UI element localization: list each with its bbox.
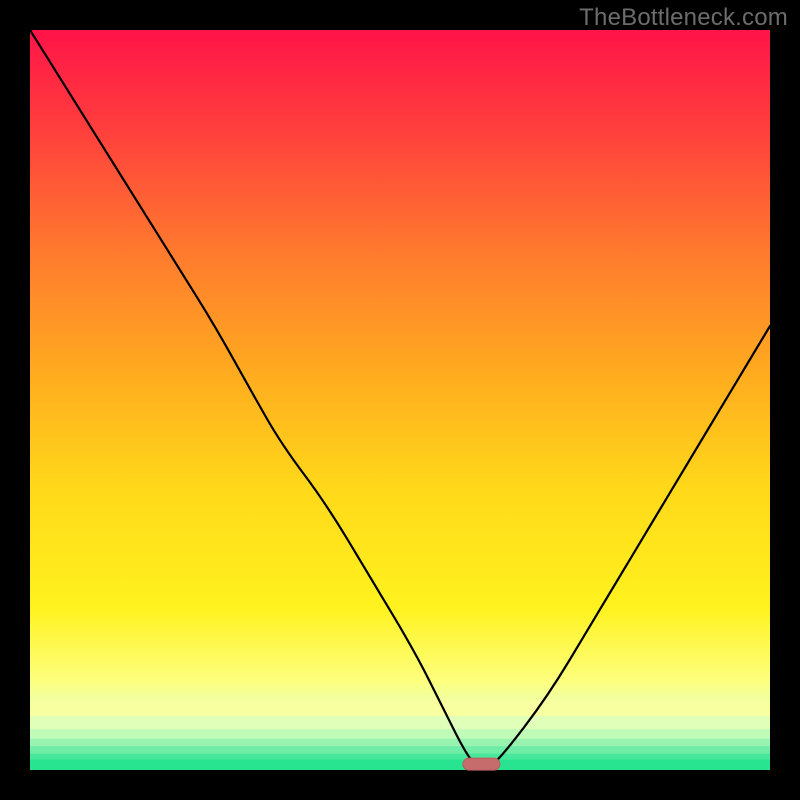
optimal-marker — [463, 758, 500, 770]
chart-svg — [0, 0, 800, 800]
bottleneck-chart: TheBottleneck.com — [0, 0, 800, 800]
plot-background — [30, 30, 770, 770]
bottom-bands — [30, 700, 770, 770]
watermark-text: TheBottleneck.com — [579, 4, 788, 32]
